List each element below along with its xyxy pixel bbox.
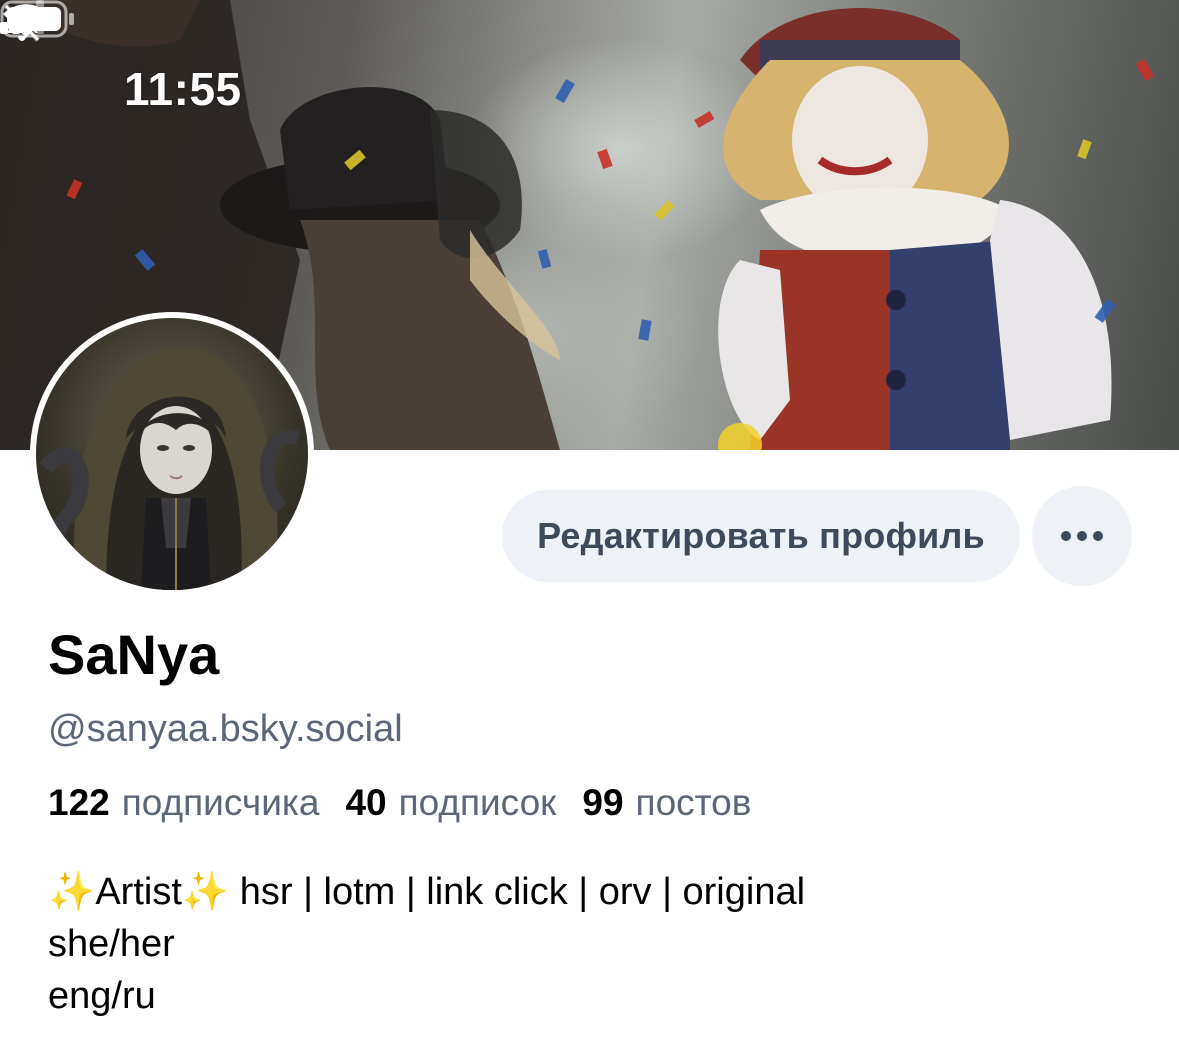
following-label: подписок <box>398 782 557 823</box>
battery-icon <box>0 0 74 38</box>
followers-stat[interactable]: 122 подписчика <box>48 782 319 824</box>
ellipsis-icon <box>1061 531 1103 541</box>
followers-label: подписчика <box>121 782 320 823</box>
followers-count: 122 <box>48 782 110 823</box>
following-count: 40 <box>345 782 387 823</box>
edit-profile-button[interactable]: Редактировать профиль <box>502 490 1020 582</box>
bio-line: ✨Artist✨ hsr | lotm | link click | orv |… <box>48 871 806 913</box>
more-options-button[interactable] <box>1032 486 1132 586</box>
profile-stats: 122 подписчика 40 подписок 99 постов <box>48 782 777 824</box>
posts-label: постов <box>635 782 752 823</box>
following-stat[interactable]: 40 подписок <box>345 782 556 824</box>
bio-line: eng/ru <box>48 975 156 1017</box>
bio-line: she/her <box>48 923 175 965</box>
avatar-image <box>39 347 301 590</box>
status-time: 11:55 <box>124 63 242 115</box>
profile-bio: ✨Artist✨ hsr | lotm | link click | orv |… <box>48 866 1148 1022</box>
posts-stat: 99 постов <box>582 782 751 824</box>
display-name: SaNya <box>48 623 220 686</box>
avatar[interactable] <box>30 312 314 596</box>
posts-count: 99 <box>582 782 624 823</box>
profile-handle[interactable]: @sanyaa.bsky.social <box>48 708 403 751</box>
profile-screen: 11:55 Редактировать профиль SaNya @sanya… <box>0 0 1179 1060</box>
